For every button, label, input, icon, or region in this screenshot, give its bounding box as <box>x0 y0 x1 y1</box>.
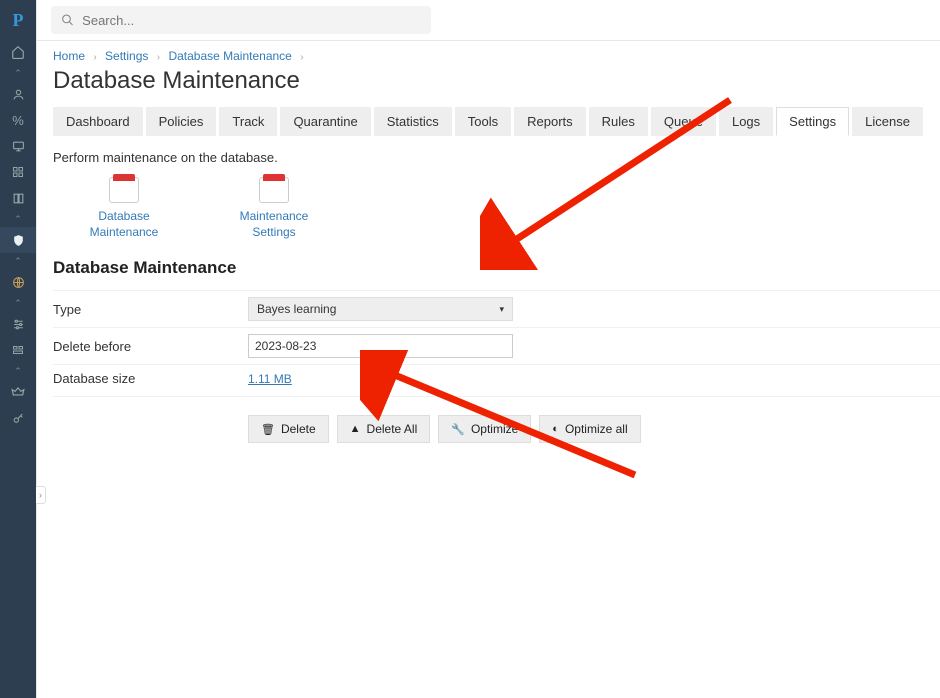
delete-all-button[interactable]: ▲ Delete All <box>337 415 431 443</box>
tabs: Dashboard Policies Track Quarantine Stat… <box>53 107 940 136</box>
app-logo: P <box>13 10 24 31</box>
label-db-size: Database size <box>53 371 248 386</box>
clock-icon: ◐ <box>552 423 559 435</box>
delete-button-label: Delete <box>281 422 316 436</box>
breadcrumb: Home › Settings › Database Maintenance › <box>53 49 940 63</box>
section-title: Database Maintenance <box>53 258 940 278</box>
sidebar-monitor-icon[interactable] <box>0 133 36 159</box>
optimize-button[interactable]: 🔧 Optimize <box>438 415 531 443</box>
sidebar-collapse-icon-3[interactable]: ⌃ <box>0 253 36 269</box>
sidebar-sliders-icon[interactable] <box>0 311 36 337</box>
optimize-button-label: Optimize <box>471 422 518 436</box>
row-db-size: Database size 1.11 MB <box>53 364 940 397</box>
tab-dashboard[interactable]: Dashboard <box>53 107 143 136</box>
sidebar-home-icon[interactable] <box>0 39 36 65</box>
chevron-right-icon: › <box>300 52 303 63</box>
sidebar-modules-icon[interactable] <box>0 337 36 363</box>
sidebar-shield-icon[interactable] <box>0 227 36 253</box>
delete-before-input[interactable] <box>248 334 513 358</box>
tab-statistics[interactable]: Statistics <box>374 107 452 136</box>
calendar-icon <box>109 177 139 203</box>
type-select[interactable]: Bayes learning ▾ <box>248 297 513 321</box>
sidebar-percent-icon[interactable]: % <box>0 107 36 133</box>
db-size-link[interactable]: 1.11 MB <box>248 372 292 386</box>
sidebar-collapse-icon-4[interactable]: ⌃ <box>0 295 36 311</box>
chevron-right-icon: › <box>157 52 160 63</box>
sidebar-crown-icon[interactable] <box>0 379 36 405</box>
optimize-all-button[interactable]: ◐ Optimize all <box>539 415 640 443</box>
sidebar-book-icon[interactable] <box>0 185 36 211</box>
sidebar: P ⌃ % ⌃ ⌃ ⌃ ⌃ <box>0 0 36 698</box>
delete-all-button-label: Delete All <box>367 422 418 436</box>
tab-track[interactable]: Track <box>219 107 277 136</box>
tile-label: Database Maintenance <box>79 209 169 240</box>
tab-rules[interactable]: Rules <box>589 107 648 136</box>
tab-settings[interactable]: Settings <box>776 107 849 136</box>
breadcrumb-settings[interactable]: Settings <box>105 49 148 63</box>
tab-queue[interactable]: Queue <box>651 107 716 136</box>
tab-policies[interactable]: Policies <box>146 107 217 136</box>
warning-icon: ▲ <box>350 423 361 435</box>
tile-database-maintenance[interactable]: Database Maintenance <box>79 177 169 240</box>
search-input[interactable] <box>82 13 421 28</box>
tab-license[interactable]: License <box>852 107 923 136</box>
search-input-wrap[interactable] <box>51 6 431 34</box>
calendar-icon <box>259 177 289 203</box>
sidebar-user-icon[interactable] <box>0 81 36 107</box>
action-buttons: 🗑 Delete ▲ Delete All 🔧 Optimize ◐ Optim… <box>248 415 940 443</box>
wrench-icon: 🔧 <box>451 423 465 436</box>
tile-label: Maintenance Settings <box>229 209 319 240</box>
sidebar-collapse-icon-2[interactable]: ⌃ <box>0 211 36 227</box>
trash-icon: 🗑 <box>261 423 275 436</box>
main-area: Home › Settings › Database Maintenance ›… <box>36 0 940 698</box>
sidebar-collapse-icon-5[interactable]: ⌃ <box>0 363 36 379</box>
sidebar-globe-icon[interactable] <box>0 269 36 295</box>
sidebar-key-icon[interactable] <box>0 405 36 431</box>
label-type: Type <box>53 302 248 317</box>
tab-quarantine[interactable]: Quarantine <box>280 107 370 136</box>
intro-text: Perform maintenance on the database. <box>53 150 940 165</box>
chevron-right-icon: › <box>93 52 96 63</box>
breadcrumb-dbm[interactable]: Database Maintenance <box>168 49 291 63</box>
chevron-down-icon: ▾ <box>499 304 504 315</box>
tile-maintenance-settings[interactable]: Maintenance Settings <box>229 177 319 240</box>
search-bar <box>37 0 940 40</box>
page-title: Database Maintenance <box>53 67 940 95</box>
row-delete-before: Delete before <box>53 327 940 364</box>
tab-logs[interactable]: Logs <box>719 107 773 136</box>
delete-button[interactable]: 🗑 Delete <box>248 415 329 443</box>
breadcrumb-home[interactable]: Home <box>53 49 85 63</box>
tiles: Database Maintenance Maintenance Setting… <box>79 177 940 240</box>
tab-reports[interactable]: Reports <box>514 107 586 136</box>
tab-tools[interactable]: Tools <box>455 107 511 136</box>
row-type: Type Bayes learning ▾ <box>53 290 940 327</box>
optimize-all-button-label: Optimize all <box>565 422 628 436</box>
label-delete-before: Delete before <box>53 339 248 354</box>
type-select-value: Bayes learning <box>257 302 336 316</box>
sidebar-expand-toggle[interactable]: › <box>36 486 46 504</box>
search-icon <box>61 13 74 27</box>
sidebar-collapse-icon[interactable]: ⌃ <box>0 65 36 81</box>
sidebar-grid-icon[interactable] <box>0 159 36 185</box>
